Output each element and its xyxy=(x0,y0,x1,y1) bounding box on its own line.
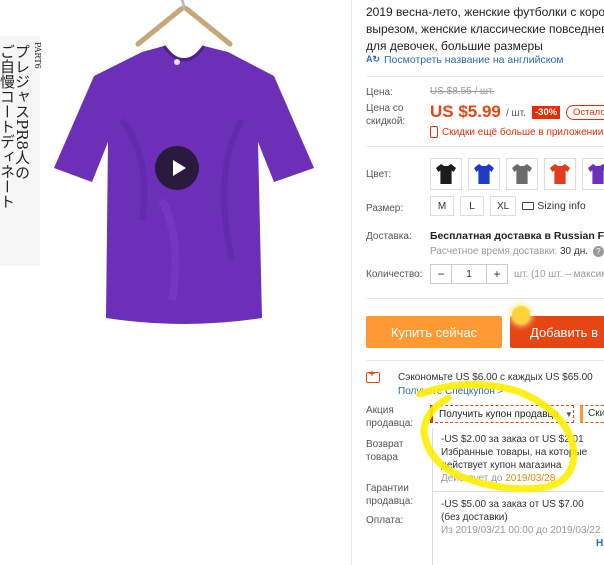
coupon-1-valid-date: 2019/03/28 xyxy=(505,473,556,484)
coupon-icon xyxy=(366,369,380,383)
delivery-estimate: Расчетное время доставки: 30 дн. ? xyxy=(430,246,604,257)
app-deal-link[interactable]: Скидки ещё больше в приложении xyxy=(430,126,603,138)
tshirt-icon xyxy=(474,164,494,184)
ruler-icon xyxy=(522,202,535,210)
tshirt-icon xyxy=(436,164,456,184)
title-line-1: 2019 весна-лето, женские футболки с коро… xyxy=(366,5,604,19)
quantity-stepper: − 1 + xyxy=(430,264,508,284)
color-swatch-gray[interactable] xyxy=(506,158,538,190)
tshirt-icon xyxy=(550,164,570,184)
divider xyxy=(366,360,604,361)
panel-divider xyxy=(351,0,352,565)
coupon-2-validity: Из 2019/03/21 00:00 до 2019/03/22 23 xyxy=(441,525,604,536)
divider xyxy=(433,491,604,492)
coupon-2-desc: (без доставки) xyxy=(441,512,508,523)
quantity-increase-button[interactable]: + xyxy=(487,265,507,283)
quantity-control: − 1 + шт. (10 шт. – максиму xyxy=(430,264,604,284)
product-title: 2019 весна-лето, женские футболки с коро… xyxy=(366,4,604,55)
coupon-1-desc-1: Избранные товары, на которые xyxy=(441,447,588,458)
jp-line-2: プレジャスPR8人の xyxy=(13,44,31,180)
discount-price-label: Цена со скидкой: xyxy=(366,103,406,127)
size-option-l[interactable]: L xyxy=(460,196,484,216)
divider xyxy=(366,298,604,299)
shipping-method-text: Бесплатная доставка в Russian Feder xyxy=(430,230,604,242)
translate-title-link[interactable]: A↻ Посмотреть название на английском xyxy=(366,54,564,66)
phone-icon xyxy=(430,126,438,138)
original-price: US $8.55 / шт. xyxy=(430,86,495,97)
play-video-button[interactable] xyxy=(155,146,199,190)
translate-icon: A↻ xyxy=(366,54,381,64)
coupon-2-amount: -US $5.00 за заказ от US $7.00 xyxy=(441,499,584,510)
savings-text: Сэкономьте US $6.00 с каждых US $65.00 xyxy=(398,372,593,383)
size-label: Размер: xyxy=(366,203,404,214)
guarantee-label: Гарантии продавца: xyxy=(366,483,414,507)
quantity-input[interactable]: 1 xyxy=(451,265,487,283)
coupon-1-desc-2: действует купон магазина xyxy=(441,460,562,471)
coupon-1-validity: Действует до 2019/03/28 xyxy=(433,472,604,485)
shipping-label: Доставка: xyxy=(366,231,412,242)
coupon-list: -US $2.00 за заказ от US $2.01 Избранные… xyxy=(432,428,604,565)
size-options: M L XL Sizing info xyxy=(430,196,586,216)
help-icon[interactable]: ? xyxy=(592,246,604,257)
jp-line-1: PART6 xyxy=(33,42,42,69)
discount-badge: -30% xyxy=(532,106,561,119)
seller-promo-label: Акция продавца: xyxy=(366,405,414,429)
app-deal-text: Скидки ещё больше в приложении xyxy=(442,126,604,138)
size-option-xl[interactable]: XL xyxy=(490,196,517,216)
coupon-1-valid-prefix: Действует до xyxy=(441,473,503,484)
jp-line-3: ご自慢コートディネート xyxy=(0,44,16,209)
size-option-m[interactable]: M xyxy=(430,196,454,216)
shipping-method[interactable]: Бесплатная доставка в Russian Feder xyxy=(430,230,604,242)
divider xyxy=(366,146,604,147)
tshirt-icon xyxy=(588,164,604,184)
color-swatch-black[interactable] xyxy=(430,158,462,190)
color-swatches xyxy=(430,158,604,190)
special-coupon-link[interactable]: Получите Спецкупон > xyxy=(398,386,504,397)
caret-down-icon: ▼ xyxy=(564,409,573,419)
product-gallery: PART6 プレジャスPR8人の ご自慢コートディネート xyxy=(0,0,352,565)
color-swatch-red[interactable] xyxy=(544,158,576,190)
side-magazine-strip: PART6 プレジャスPR8人の ご自慢コートディネート xyxy=(0,36,42,266)
remaining-badge: Остало xyxy=(566,105,604,120)
eta-prefix: Расчетное время доставки: xyxy=(430,246,558,258)
quantity-note: шт. (10 шт. – максиму xyxy=(514,268,604,280)
play-icon xyxy=(172,160,186,176)
translate-link-text: Посмотреть название на английском xyxy=(384,54,564,66)
tshirt-icon xyxy=(512,164,532,184)
sizing-info-text: Sizing info xyxy=(537,200,586,212)
divider xyxy=(366,76,604,77)
color-label: Цвет: xyxy=(366,169,392,180)
seller-coupon-dropdown-label: Получить купон продавца xyxy=(439,408,559,420)
color-swatch-purple[interactable] xyxy=(582,158,604,190)
returns-label: Возврат товара xyxy=(366,439,404,463)
product-info-panel: 2019 весна-лето, женские футболки с коро… xyxy=(366,0,604,565)
title-line-2: вырезом, женские классические повседнев xyxy=(366,22,604,36)
price-label: Цена: xyxy=(366,87,393,98)
coupon-2-action-link[interactable]: НА xyxy=(596,538,604,549)
other-coupon-dropdown[interactable]: Ски xyxy=(580,405,604,423)
title-line-3: для девочек, большие размеры xyxy=(366,39,543,53)
coupon-1-amount: -US $2.00 за заказ от US $2.01 xyxy=(441,434,584,445)
payment-label: Оплата: xyxy=(366,515,404,526)
per-unit: / шт. xyxy=(506,108,526,119)
quantity-decrease-button[interactable]: − xyxy=(431,265,451,283)
sparkle-icon xyxy=(512,306,530,324)
quantity-label: Количество: xyxy=(366,269,423,280)
sale-price: US $5.99 xyxy=(430,102,501,121)
seller-coupon-dropdown[interactable]: Получить купон продавца ▼ xyxy=(430,405,574,423)
buy-now-button[interactable]: Купить сейчас xyxy=(366,316,502,348)
eta-value: 30 дн. xyxy=(560,246,589,258)
sizing-info-link[interactable]: Sizing info xyxy=(522,200,586,212)
color-swatch-blue[interactable] xyxy=(468,158,500,190)
